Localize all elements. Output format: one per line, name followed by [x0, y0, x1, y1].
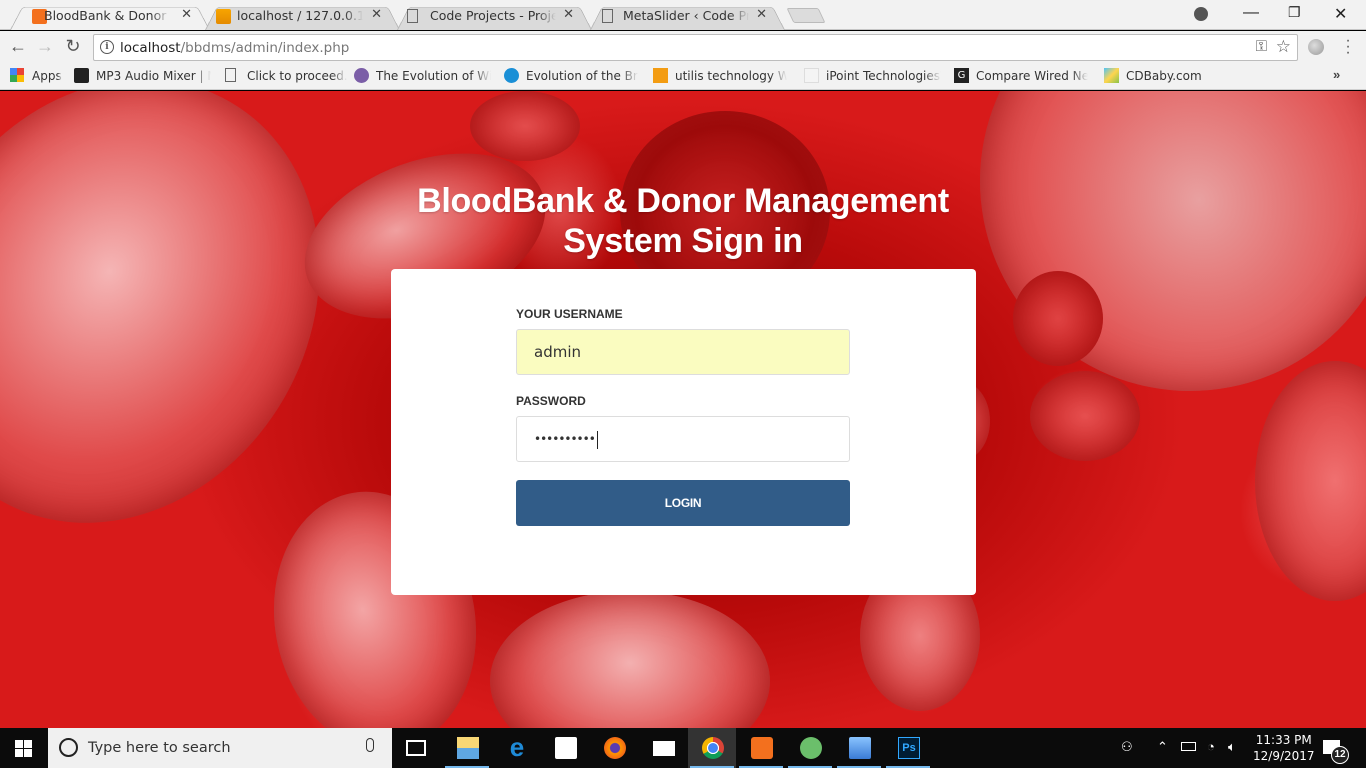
taskbar-atom[interactable]: [786, 728, 834, 768]
key-icon[interactable]: ⚿: [1256, 38, 1267, 55]
forward-button[interactable]: →: [35, 36, 55, 57]
tab-phpmyadmin[interactable]: localhost / 127.0.0.1 / bbdms ✕: [205, 3, 400, 30]
password-label: PASSWORD: [516, 394, 586, 408]
close-tab-icon[interactable]: ✕: [563, 7, 574, 22]
taskbar-media-player[interactable]: [835, 728, 883, 768]
login-card: YOUR USERNAME admin PASSWORD •••••••••• …: [391, 269, 976, 595]
tab-title: localhost / 127.0.0.1 / bbdms: [237, 8, 363, 23]
g-icon: G: [954, 68, 969, 83]
page-icon: [407, 9, 418, 23]
maximize-button[interactable]: ❐: [1288, 4, 1301, 21]
tab-title: MetaSlider ‹ Code Projects: [623, 8, 749, 23]
task-view-icon: [406, 740, 426, 756]
reload-button[interactable]: ↻: [63, 36, 83, 57]
password-input[interactable]: ••••••••••: [516, 416, 850, 462]
taskbar-file-explorer[interactable]: [443, 728, 491, 768]
clock[interactable]: 11:33 PM 12/9/2017: [1253, 732, 1315, 764]
microphone-icon[interactable]: [366, 738, 374, 752]
taskbar-firefox[interactable]: [590, 728, 638, 768]
taskbar-chrome[interactable]: [688, 728, 736, 768]
blood-cell-decoration: [470, 91, 580, 161]
more-bookmarks-button[interactable]: »: [1333, 67, 1340, 82]
tab-metaslider[interactable]: MetaSlider ‹ Code Projects ✕: [590, 3, 785, 30]
phpmyadmin-icon: [216, 9, 231, 24]
menu-icon[interactable]: · · ·: [1345, 33, 1351, 61]
taskbar-search[interactable]: Type here to search: [48, 728, 392, 768]
show-hidden-icons-button[interactable]: ⌃: [1157, 739, 1168, 755]
tab-title: BloodBank & Donor Management System: [44, 8, 170, 23]
wifi-icon[interactable]: ◔: [1207, 739, 1215, 754]
text-caret: [596, 430, 598, 449]
back-button[interactable]: ←: [8, 36, 28, 57]
tab-code-projects[interactable]: Code Projects - Projects, ✕: [397, 3, 592, 30]
login-page: BloodBank & Donor Management System Sign…: [0, 91, 1366, 728]
people-icon[interactable]: ⚇: [1121, 739, 1133, 755]
extension-icon[interactable]: [1308, 39, 1324, 55]
chrome-icon: [702, 737, 724, 759]
taskbar-edge[interactable]: e: [492, 728, 540, 768]
url-text[interactable]: localhost/bbdms/admin/index.php: [120, 40, 349, 56]
photoshop-icon: Ps: [898, 737, 920, 759]
task-view-button[interactable]: [392, 728, 440, 768]
blank-icon: [804, 68, 819, 83]
tab-title: Code Projects - Projects,: [430, 8, 556, 23]
login-button[interactable]: LOGIN: [516, 480, 850, 526]
utilis-icon: [653, 68, 668, 83]
media-player-icon: [849, 737, 871, 759]
store-icon: [555, 737, 577, 759]
bookmark-star-icon[interactable]: ☆: [1276, 37, 1291, 57]
username-input[interactable]: admin: [516, 329, 850, 375]
profile-icon[interactable]: [1194, 7, 1208, 21]
search-placeholder: Type here to search: [88, 740, 231, 756]
folder-icon: [457, 737, 479, 759]
volume-icon[interactable]: 🔈︎: [1228, 739, 1236, 755]
taskbar-xampp[interactable]: [737, 728, 785, 768]
tab-bloodbank[interactable]: BloodBank & Donor Management System ✕: [10, 3, 210, 30]
taskbar-mail[interactable]: [639, 728, 687, 768]
blood-cell-decoration: [1013, 271, 1103, 366]
new-tab-button[interactable]: [786, 8, 826, 23]
minimize-button[interactable]: —: [1243, 4, 1259, 22]
taskbar-store[interactable]: [541, 728, 589, 768]
notification-badge: 12: [1331, 746, 1349, 764]
browser-toolbar: ← → ↻ i localhost/bbdms/admin/index.php …: [0, 31, 1366, 63]
cdbaby-icon: [1104, 68, 1119, 83]
page-icon: [602, 9, 613, 23]
username-label: YOUR USERNAME: [516, 307, 623, 321]
page-title: BloodBank & Donor Management System Sign…: [417, 182, 949, 260]
mail-icon: [653, 741, 675, 756]
firefox-icon: [604, 737, 626, 759]
xampp-icon: [751, 737, 773, 759]
wifi-icon: [354, 68, 369, 83]
tab-strip: BloodBank & Donor Management System ✕ lo…: [0, 0, 1366, 30]
edge-icon: e: [509, 732, 525, 762]
address-bar[interactable]: i localhost/bbdms/admin/index.php ⚿ ☆: [93, 34, 1298, 61]
blood-cell-decoration: [1030, 371, 1140, 461]
close-tab-icon[interactable]: ✕: [756, 7, 767, 22]
info-icon[interactable]: i: [100, 40, 114, 54]
page-icon: [225, 68, 236, 82]
taskbar: Type here to search e Ps ⚇ ⌃ ◔ 🔈︎ 11:33 …: [0, 728, 1366, 768]
bookmarks-bar: Apps MP3 Audio Mixer | Mi Click to proce…: [0, 63, 1366, 90]
start-button[interactable]: [15, 740, 32, 757]
close-window-button[interactable]: ✕: [1334, 4, 1347, 24]
atom-icon: [800, 737, 822, 759]
close-tab-icon[interactable]: ✕: [371, 7, 382, 22]
mixer-icon: [74, 68, 89, 83]
blood-cell-decoration: [1255, 361, 1366, 601]
close-tab-icon[interactable]: ✕: [181, 7, 192, 22]
cortana-icon: [59, 738, 78, 757]
apps-grid-icon: [10, 68, 24, 82]
taskbar-photoshop[interactable]: Ps: [884, 728, 932, 768]
blood-cell-decoration: [490, 591, 770, 728]
broadband-icon: [504, 68, 519, 83]
battery-icon[interactable]: [1181, 742, 1196, 751]
